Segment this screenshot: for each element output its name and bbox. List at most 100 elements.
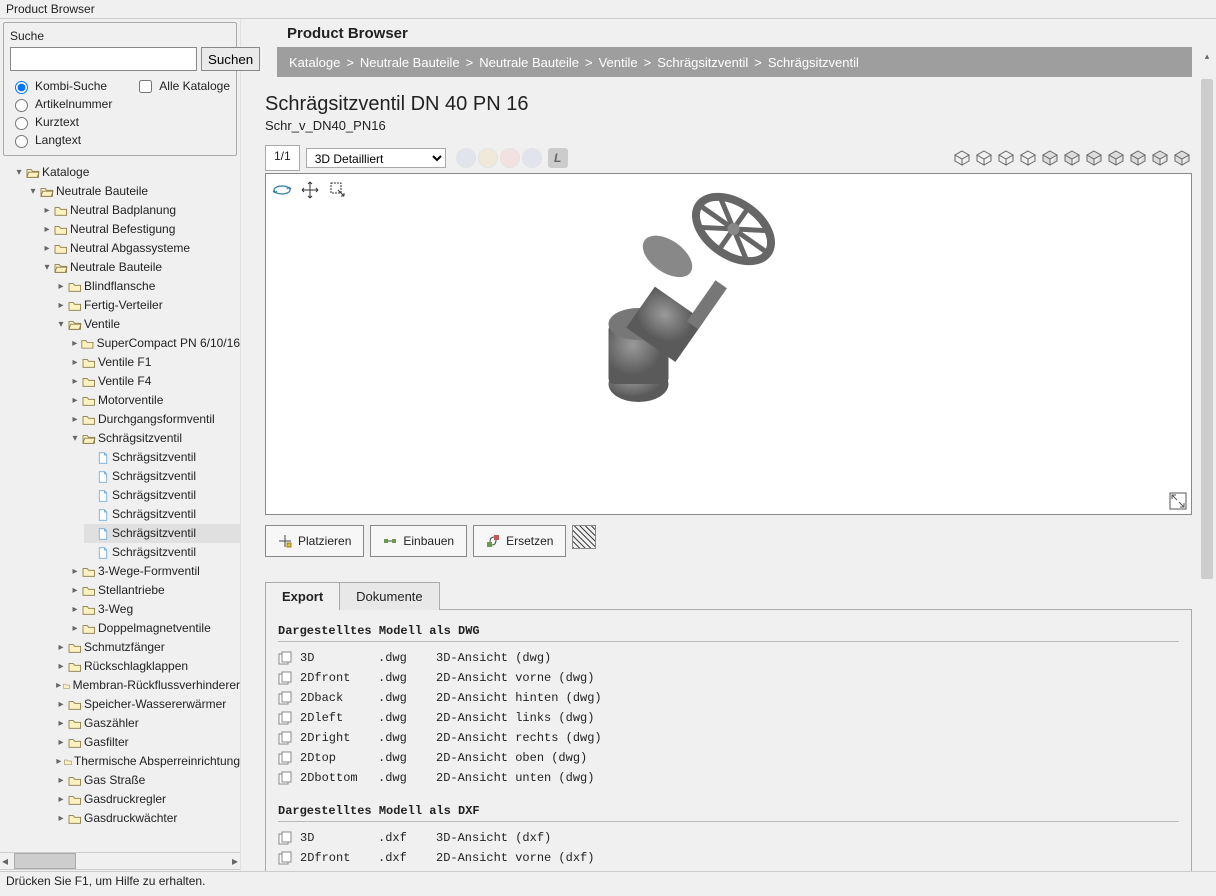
export-row[interactable]: 2Dright.dwg2D-Ansicht rechts (dwg) bbox=[278, 728, 1179, 748]
tree-caret[interactable]: ▾ bbox=[56, 315, 66, 334]
tree-caret[interactable]: ▸ bbox=[56, 657, 66, 676]
breadcrumb-item[interactable]: Schrägsitzventil bbox=[657, 55, 748, 70]
tree-folder-item[interactable]: ▸Motorventile bbox=[70, 391, 240, 410]
tree-folder-item[interactable]: ▸Rückschlagklappen bbox=[56, 657, 240, 676]
tab-dokumente[interactable]: Dokumente bbox=[339, 582, 439, 610]
tree-folder-item[interactable]: ▸Blindflansche bbox=[56, 277, 240, 296]
label-toggle[interactable]: L bbox=[548, 148, 568, 168]
tree-caret[interactable]: ▸ bbox=[56, 676, 61, 695]
export-row[interactable]: 2Dbottom.dwg2D-Ansicht unten (dwg) bbox=[278, 768, 1179, 788]
tree-folder-item[interactable]: ▾Schrägsitzventil bbox=[70, 429, 240, 448]
view-cube-icon[interactable] bbox=[1128, 148, 1148, 168]
fullscreen-icon[interactable] bbox=[1169, 492, 1187, 510]
export-row[interactable]: 2Dleft.dwg2D-Ansicht links (dwg) bbox=[278, 708, 1179, 728]
view-cube-icon[interactable] bbox=[1018, 148, 1038, 168]
tree-folder-item[interactable]: ▸3-Weg bbox=[70, 600, 240, 619]
tree-caret[interactable]: ▸ bbox=[70, 600, 80, 619]
tree-caret[interactable]: ▸ bbox=[56, 277, 66, 296]
tree-folder-item[interactable]: ▸Neutral Abgassysteme bbox=[42, 239, 240, 258]
export-row[interactable]: 2Dback.dwg2D-Ansicht hinten (dwg) bbox=[278, 688, 1179, 708]
export-row[interactable]: 3D.dwg3D-Ansicht (dwg) bbox=[278, 648, 1179, 668]
zoom-region-icon[interactable] bbox=[328, 180, 348, 200]
tree-folder-item[interactable]: ▸Ventile F1 bbox=[70, 353, 240, 372]
search-radio-input[interactable] bbox=[15, 81, 28, 94]
search-radio-0[interactable]: Kombi-Suche bbox=[10, 77, 135, 95]
tree-folder-item[interactable]: ▸Durchgangsformventil bbox=[70, 410, 240, 429]
tree-caret[interactable]: ▾ bbox=[70, 429, 80, 448]
export-row[interactable]: 2Dfront.dwg2D-Ansicht vorne (dwg) bbox=[278, 668, 1179, 688]
tree-caret[interactable]: ▸ bbox=[56, 695, 66, 714]
tree-caret[interactable]: ▸ bbox=[70, 619, 80, 638]
tree-caret[interactable]: ▸ bbox=[70, 410, 80, 429]
all-catalogs-input[interactable] bbox=[139, 80, 152, 93]
breadcrumb-item[interactable]: Ventile bbox=[599, 55, 638, 70]
export-row[interactable]: 2Dfront.dxf2D-Ansicht vorne (dxf) bbox=[278, 848, 1179, 868]
tree-folder-item[interactable]: ▸Thermische Absperreinrichtung bbox=[56, 752, 240, 771]
view-cube-icon[interactable] bbox=[1106, 148, 1126, 168]
tree-doc-item[interactable]: Schrägsitzventil bbox=[84, 505, 240, 524]
tree-folder-item[interactable]: ▸Schmutzfänger bbox=[56, 638, 240, 657]
tree-caret[interactable]: ▸ bbox=[70, 334, 79, 353]
color-swatch[interactable] bbox=[522, 148, 542, 168]
tree-caret[interactable]: ▸ bbox=[70, 391, 80, 410]
search-radio-2[interactable]: Kurztext bbox=[10, 113, 135, 131]
tree-folder-item[interactable]: ▸Stellantriebe bbox=[70, 581, 240, 600]
tree-folder-item[interactable]: ▾Kataloge bbox=[14, 163, 240, 182]
tree-caret[interactable]: ▸ bbox=[56, 733, 66, 752]
tree-caret[interactable]: ▸ bbox=[56, 771, 66, 790]
search-radio-3[interactable]: Langtext bbox=[10, 131, 135, 149]
view-cube-icon[interactable] bbox=[1062, 148, 1082, 168]
platzieren-button[interactable]: Platzieren bbox=[265, 525, 364, 557]
tab-export[interactable]: Export bbox=[265, 582, 340, 610]
main-vscrollbar[interactable]: ▴▾ bbox=[1200, 49, 1214, 894]
breadcrumb-item[interactable]: Neutrale Bauteile bbox=[479, 55, 579, 70]
breadcrumb-item[interactable]: Neutrale Bauteile bbox=[360, 55, 460, 70]
tree-caret[interactable]: ▸ bbox=[56, 714, 66, 733]
tree-folder-item[interactable]: ▸Gasdruckregler bbox=[56, 790, 240, 809]
ersetzen-button[interactable]: Ersetzen bbox=[473, 525, 566, 557]
view-cube-icon[interactable] bbox=[1084, 148, 1104, 168]
tree-folder-item[interactable]: ▸Gas Straße bbox=[56, 771, 240, 790]
tree-caret[interactable]: ▸ bbox=[70, 353, 80, 372]
view-mode-select[interactable]: 3D Detailliert bbox=[306, 148, 446, 168]
tree-caret[interactable]: ▸ bbox=[70, 372, 80, 391]
pan-icon[interactable] bbox=[300, 180, 320, 200]
tree-folder-item[interactable]: ▸Membran-Rückflussverhinderer bbox=[56, 676, 240, 695]
tree-folder-item[interactable]: ▸Neutral Badplanung bbox=[42, 201, 240, 220]
color-swatch[interactable] bbox=[456, 148, 476, 168]
search-radio-1[interactable]: Artikelnummer bbox=[10, 95, 135, 113]
view-cube-icon[interactable] bbox=[952, 148, 972, 168]
all-catalogs-checkbox[interactable]: Alle Kataloge bbox=[135, 77, 230, 95]
tree-doc-item[interactable]: Schrägsitzventil bbox=[84, 524, 240, 543]
tree-caret[interactable]: ▾ bbox=[42, 258, 52, 277]
view-cube-icon[interactable] bbox=[1040, 148, 1060, 168]
view-cube-icon[interactable] bbox=[1172, 148, 1192, 168]
breadcrumb-item[interactable]: Schrägsitzventil bbox=[768, 55, 859, 70]
tree-folder-item[interactable]: ▸Gasfilter bbox=[56, 733, 240, 752]
tree-caret[interactable]: ▾ bbox=[28, 182, 38, 201]
tree-doc-item[interactable]: Schrägsitzventil bbox=[84, 543, 240, 562]
model-viewport[interactable] bbox=[265, 173, 1192, 515]
tree-caret[interactable]: ▸ bbox=[70, 581, 80, 600]
tree-folder-item[interactable]: ▸Gaszähler bbox=[56, 714, 240, 733]
catalog-tree[interactable]: ▾Kataloge▾Neutrale Bauteile▸Neutral Badp… bbox=[0, 159, 240, 852]
tree-folder-item[interactable]: ▸Ventile F4 bbox=[70, 372, 240, 391]
tree-folder-item[interactable]: ▸Speicher-Wassererwärmer bbox=[56, 695, 240, 714]
search-radio-input[interactable] bbox=[15, 135, 28, 148]
view-cube-icon[interactable] bbox=[1150, 148, 1170, 168]
tree-folder-item[interactable]: ▸Gasdruckwächter bbox=[56, 809, 240, 828]
tree-caret[interactable]: ▸ bbox=[56, 809, 66, 828]
search-radio-input[interactable] bbox=[15, 117, 28, 130]
tree-caret[interactable]: ▸ bbox=[56, 296, 66, 315]
orbit-icon[interactable] bbox=[272, 180, 292, 200]
color-swatch[interactable] bbox=[500, 148, 520, 168]
search-input[interactable] bbox=[10, 47, 197, 71]
tree-folder-item[interactable]: ▾Ventile bbox=[56, 315, 240, 334]
tree-folder-item[interactable]: ▸SuperCompact PN 6/10/16 bbox=[70, 334, 240, 353]
breadcrumb[interactable]: Kataloge>Neutrale Bauteile>Neutrale Baut… bbox=[277, 47, 1192, 77]
breadcrumb-item[interactable]: Kataloge bbox=[289, 55, 340, 70]
tree-doc-item[interactable]: Schrägsitzventil bbox=[84, 467, 240, 486]
einbauen-button[interactable]: Einbauen bbox=[370, 525, 467, 557]
tree-folder-item[interactable]: ▸Fertig-Verteiler bbox=[56, 296, 240, 315]
tree-hscrollbar[interactable]: ◂▸ bbox=[0, 852, 240, 869]
